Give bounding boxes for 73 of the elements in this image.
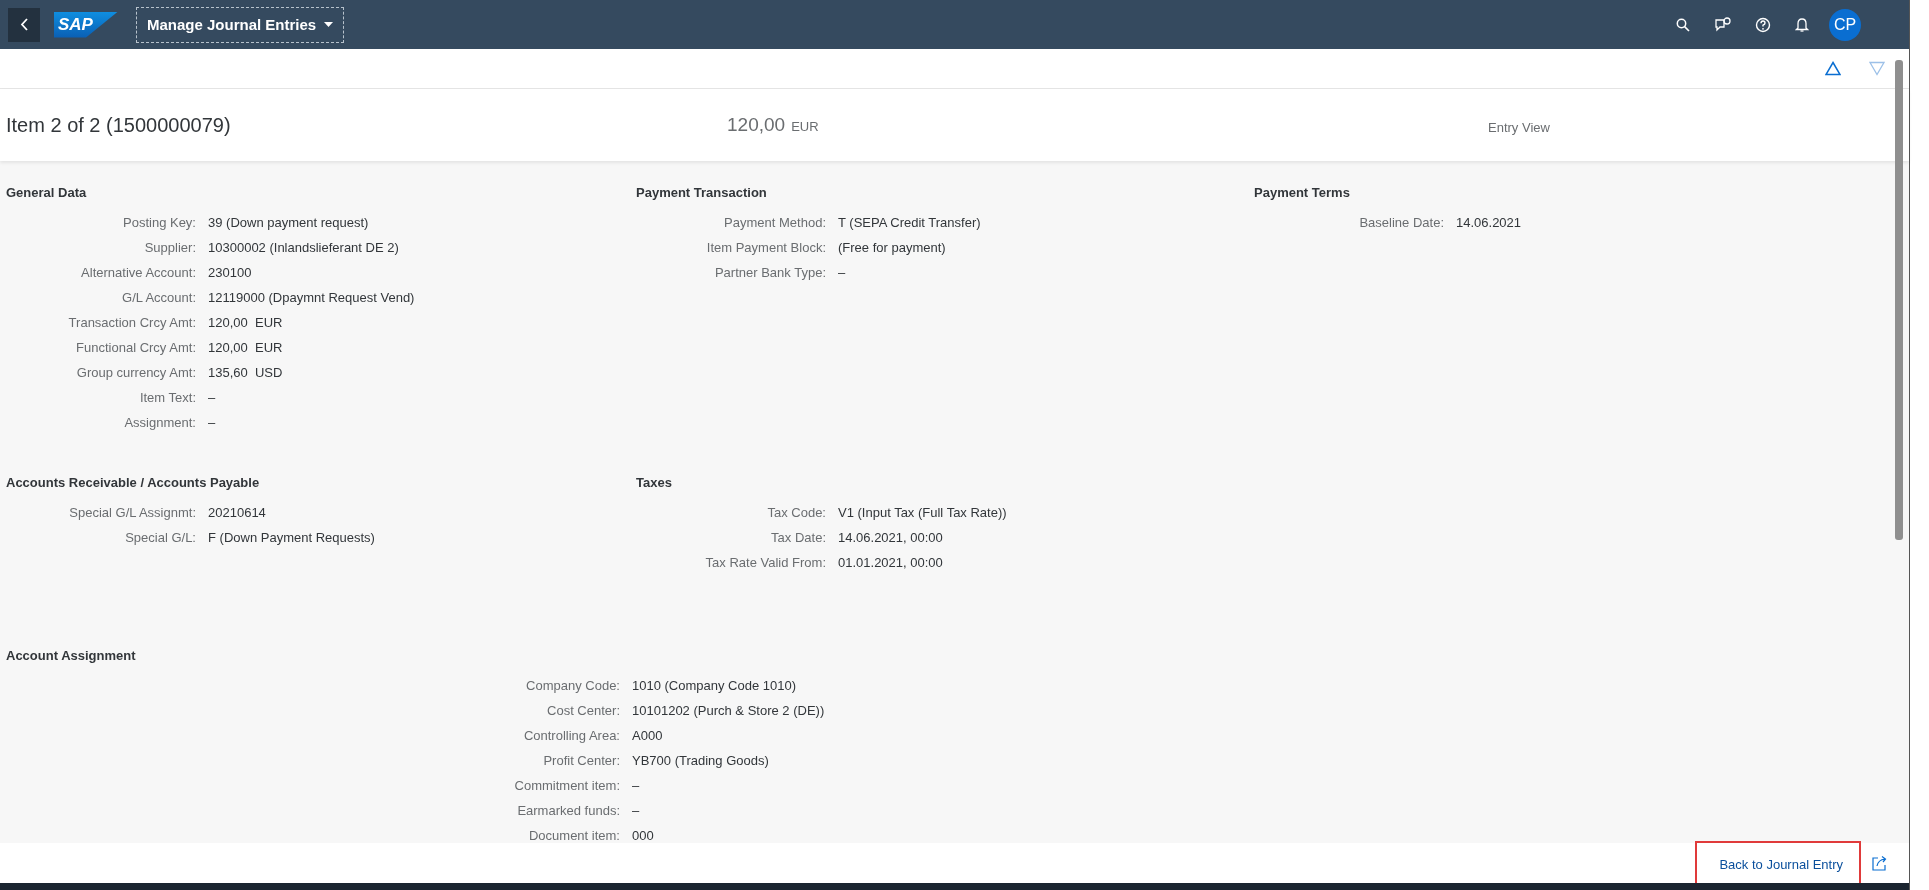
field-value: 20210614 <box>208 504 267 522</box>
amount-currency: EUR <box>791 119 819 134</box>
app-title-menu[interactable]: Manage Journal Entries <box>136 6 345 43</box>
field-label: Document item: <box>527 827 620 843</box>
field-value: 1010 (Company Code 1010) <box>632 677 798 695</box>
field-value: 120,00 EUR <box>208 314 284 332</box>
field-value: 01.01.2021, 00:00 <box>838 554 944 572</box>
field-value: (Free for payment) <box>838 239 947 257</box>
field-value: 120,00 EUR <box>208 339 284 357</box>
field-label: Tax Code: <box>766 504 826 522</box>
bell-icon[interactable] <box>1795 17 1809 32</box>
field-label: Supplier: <box>143 239 196 257</box>
search-icon[interactable] <box>1676 17 1690 32</box>
field-label: Special G/L Assignmt: <box>68 504 196 522</box>
field-value: 135,60 USD <box>208 364 284 382</box>
field-value: A000 <box>632 727 664 745</box>
field-label: Baseline Date: <box>1358 214 1444 232</box>
field-label: Profit Center: <box>542 752 620 770</box>
field-value: 10101202 (Purch & Store 2 (DE)) <box>632 702 826 720</box>
field-label: Special G/L: <box>124 529 196 547</box>
item-title: Item 2 of 2 (1500000079) <box>5 113 232 137</box>
section-title: General Data <box>6 185 87 200</box>
field-label: Cost Center: <box>546 702 620 720</box>
field-value: – <box>208 414 217 432</box>
field-label: Group currency Amt: <box>75 364 196 382</box>
field-label: Item Payment Block: <box>705 239 826 257</box>
field-label: Tax Date: <box>770 529 826 547</box>
share-icon[interactable] <box>1871 855 1887 871</box>
user-avatar[interactable]: CP <box>1829 8 1861 41</box>
field-value: 000 <box>632 827 655 843</box>
field-label: Payment Method: <box>723 214 826 232</box>
field-value: – <box>632 777 641 795</box>
field-value: 12119000 (Dpaymnt Request Vend) <box>208 289 416 307</box>
up-triangle-icon[interactable] <box>1825 61 1841 76</box>
view-label: Entry View <box>1488 119 1550 135</box>
field-value: 10300002 (Inlandslieferant DE 2) <box>208 239 400 257</box>
field-label: Transaction Crcy Amt: <box>67 314 196 332</box>
field-value: YB700 (Trading Goods) <box>632 752 770 770</box>
field-label: Functional Crcy Amt: <box>75 339 196 357</box>
field-label: Partner Bank Type: <box>713 264 826 282</box>
field-label: G/L Account: <box>121 289 196 307</box>
field-label: Commitment item: <box>513 777 620 795</box>
section-title: Payment Transaction <box>636 185 767 200</box>
field-value: F (Down Payment Requests) <box>208 529 376 547</box>
caret-icon <box>324 22 334 27</box>
field-label: Alternative Account: <box>80 264 196 282</box>
field-label: Controlling Area: <box>522 727 620 745</box>
field-value: 230100 <box>208 264 253 282</box>
section-title: Accounts Receivable / Accounts Payable <box>6 475 260 490</box>
field-label: Posting Key: <box>122 214 196 232</box>
help-icon[interactable] <box>1755 16 1771 33</box>
field-value: V1 (Input Tax (Full Tax Rate)) <box>838 504 1008 522</box>
field-value: T (SEPA Credit Transfer) <box>838 214 982 232</box>
field-value: 14.06.2021 <box>1456 214 1523 232</box>
feedback-icon[interactable] <box>1714 17 1731 32</box>
section-title: Taxes <box>636 475 672 490</box>
field-value: – <box>632 802 641 820</box>
section-title: Account Assignment <box>6 648 136 663</box>
field-value: – <box>208 389 217 407</box>
field-label: Company Code: <box>525 677 620 695</box>
field-value: – <box>838 264 847 282</box>
amount-value: 120,00 <box>727 114 786 135</box>
field-value: 39 (Down payment request) <box>208 214 370 232</box>
field-label: Earmarked funds: <box>516 802 620 820</box>
chevron-left-icon <box>19 18 29 31</box>
field-label: Tax Rate Valid From: <box>704 554 826 572</box>
logo: SAP <box>54 11 118 38</box>
field-value: 14.06.2021, 00:00 <box>838 529 944 547</box>
field-label: Assignment: <box>123 414 196 432</box>
back-button[interactable] <box>8 7 40 42</box>
field-label: Item Text: <box>138 389 196 407</box>
section-title: Payment Terms <box>1254 185 1350 200</box>
scrollbar[interactable] <box>1895 60 1903 540</box>
